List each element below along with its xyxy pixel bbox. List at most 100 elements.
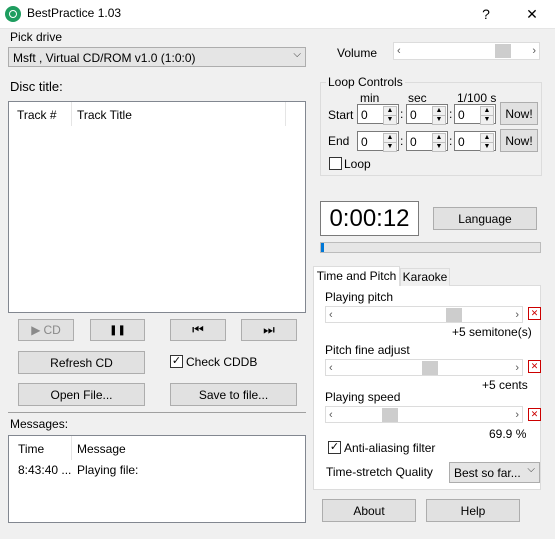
column-divider	[71, 436, 72, 460]
time-display: 0:00:12	[320, 201, 419, 236]
drive-select-value: Msft , Virtual CD/ROM v1.0 (1:0:0)	[13, 51, 196, 65]
next-track-button[interactable]: ⏭	[241, 319, 297, 341]
end-cs-spinner[interactable]: 0 ▲ ▼	[454, 131, 496, 152]
spin-down-icon[interactable]: ▼	[383, 142, 397, 152]
pitch-slider[interactable]: ‹ ›	[325, 306, 523, 323]
end-min-spinner[interactable]: 0 ▲ ▼	[357, 131, 399, 152]
pitch-value: +5 semitone(s)	[452, 325, 532, 339]
message-time: 8:43:40 ...	[18, 463, 72, 477]
progress-fill	[321, 243, 324, 252]
chevron-right-icon: ›	[515, 309, 519, 321]
playing-pitch-label: Playing pitch	[325, 290, 394, 304]
check-cddb-label[interactable]: Check CDDB	[186, 355, 257, 369]
pick-drive-label: Pick drive	[10, 30, 63, 44]
play-cd-label: CD	[43, 323, 61, 337]
loop-checkbox[interactable]	[329, 157, 342, 170]
start-cs-spinner[interactable]: 0 ▲ ▼	[454, 104, 496, 125]
end-sec-value: 0	[410, 135, 417, 149]
tab-karaoke[interactable]: Karaoke	[400, 268, 450, 286]
spin-down-icon[interactable]: ▼	[432, 142, 446, 152]
app-icon	[5, 6, 21, 22]
disc-title-label: Disc title:	[10, 79, 63, 94]
quality-select[interactable]: Best so far... ⌵	[449, 462, 540, 483]
pitch-fine-adjust-label: Pitch fine adjust	[325, 343, 410, 357]
anti-aliasing-label[interactable]: Anti-aliasing filter	[344, 441, 435, 455]
reset-speed-icon[interactable]: ✕	[528, 408, 541, 421]
messages-label: Messages:	[10, 417, 69, 431]
spin-down-icon[interactable]: ▼	[432, 115, 446, 125]
col-track-number[interactable]: Track #	[17, 108, 57, 122]
pitch-slider-thumb[interactable]	[446, 308, 462, 322]
track-list[interactable]: Track # Track Title	[8, 101, 306, 313]
reset-fine-adjust-icon[interactable]: ✕	[528, 360, 541, 373]
start-min-value: 0	[361, 108, 368, 122]
message-text: Playing file:	[77, 463, 139, 477]
chevron-right-icon: ›	[515, 409, 519, 421]
column-divider	[71, 102, 72, 126]
fine-adjust-slider-thumb[interactable]	[422, 361, 438, 375]
spin-down-icon[interactable]: ▼	[480, 142, 494, 152]
help-button[interactable]: Help	[426, 499, 520, 522]
volume-slider-thumb[interactable]	[495, 44, 511, 58]
skip-next-icon: ⏭	[263, 322, 275, 337]
min-header: min	[360, 91, 380, 105]
divider	[8, 412, 306, 413]
about-button[interactable]: About	[322, 499, 416, 522]
start-sec-spinner[interactable]: 0 ▲ ▼	[406, 104, 448, 125]
messages-list[interactable]: Time Message 8:43:40 ... Playing file:	[8, 435, 306, 523]
end-min-value: 0	[361, 135, 368, 149]
chevron-down-icon: ⌵	[527, 464, 535, 475]
end-cs-value: 0	[458, 135, 465, 149]
drive-select[interactable]: Msft , Virtual CD/ROM v1.0 (1:0:0) ⌵	[8, 47, 306, 67]
speed-value: 69.9 %	[489, 427, 527, 441]
progress-track[interactable]	[320, 242, 541, 253]
start-min-spinner[interactable]: 0 ▲ ▼	[357, 104, 399, 125]
colon-separator: :	[400, 134, 404, 148]
chevron-right-icon: ›	[515, 362, 519, 374]
end-sec-spinner[interactable]: 0 ▲ ▼	[406, 131, 448, 152]
column-divider	[285, 102, 286, 126]
chevron-left-icon: ‹	[329, 362, 333, 374]
col-time[interactable]: Time	[18, 442, 44, 456]
skip-previous-icon: ⏮	[192, 322, 204, 337]
colon-separator: :	[449, 134, 453, 148]
spin-down-icon[interactable]: ▼	[383, 115, 397, 125]
anti-aliasing-checkbox[interactable]: ✓	[328, 441, 341, 454]
volume-label: Volume	[337, 46, 378, 60]
language-button[interactable]: Language	[433, 207, 537, 230]
speed-slider-thumb[interactable]	[382, 408, 398, 422]
play-icon: ▶	[31, 323, 41, 337]
window-title: BestPractice 1.03	[27, 6, 122, 20]
previous-track-button[interactable]: ⏮	[170, 319, 226, 341]
chevron-right-icon: ›	[532, 45, 536, 57]
speed-slider[interactable]: ‹ ›	[325, 406, 523, 423]
play-cd-button[interactable]: ▶ CD	[18, 319, 74, 341]
loop-checkbox-label[interactable]: Loop	[344, 157, 371, 171]
spin-down-icon[interactable]: ▼	[480, 115, 494, 125]
open-file-button[interactable]: Open File...	[18, 383, 145, 406]
end-now-button[interactable]: Now!	[500, 129, 538, 152]
save-to-file-button[interactable]: Save to file...	[170, 383, 297, 406]
pause-button[interactable]: ❚❚	[90, 319, 145, 341]
volume-slider[interactable]: ‹ ›	[393, 42, 540, 60]
sec-header: sec	[408, 91, 427, 105]
reset-pitch-icon[interactable]: ✕	[528, 307, 541, 320]
refresh-cd-button[interactable]: Refresh CD	[18, 351, 145, 374]
chevron-left-icon: ‹	[329, 409, 333, 421]
chevron-left-icon: ‹	[329, 309, 333, 321]
col-message[interactable]: Message	[77, 442, 126, 456]
centisecond-header: 1/100 s	[457, 91, 497, 105]
help-titlebar-button[interactable]: ?	[463, 0, 509, 28]
start-now-button[interactable]: Now!	[500, 102, 538, 125]
check-cddb-checkbox[interactable]: ✓	[170, 355, 183, 368]
loop-controls-title: Loop Controls	[326, 75, 405, 89]
fine-adjust-slider[interactable]: ‹ ›	[325, 359, 523, 376]
tab-time-and-pitch[interactable]: Time and Pitch	[313, 266, 400, 286]
colon-separator: :	[400, 107, 404, 121]
track-list-header: Track # Track Title	[9, 102, 305, 126]
pause-icon: ❚❚	[109, 324, 126, 336]
start-label: Start	[328, 108, 354, 122]
col-track-title[interactable]: Track Title	[77, 108, 132, 122]
close-icon[interactable]: ✕	[509, 0, 555, 28]
playing-speed-label: Playing speed	[325, 390, 401, 404]
